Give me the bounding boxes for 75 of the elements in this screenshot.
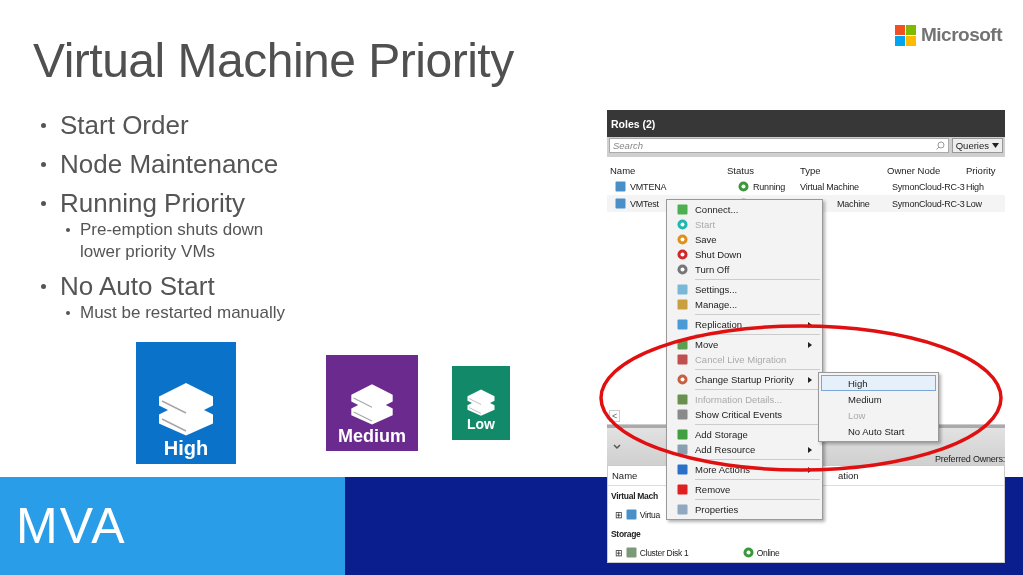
menu-item[interactable]: Manage...: [669, 297, 820, 312]
menu-item[interactable]: Turn Off: [669, 262, 820, 277]
menu-item[interactable]: Change Startup Priority: [669, 372, 820, 387]
slide-title: Virtual Machine Priority: [33, 33, 514, 89]
menu-item[interactable]: Save: [669, 232, 820, 247]
submenu-arrow-icon: [808, 446, 812, 453]
server-stack-icon: [156, 380, 216, 437]
server-stack-icon: [466, 387, 496, 416]
tree-item[interactable]: Storage: [611, 528, 641, 539]
table-cell: Machine: [837, 198, 870, 209]
bullet-icon: [41, 123, 46, 128]
menu-item[interactable]: Settings...: [669, 282, 820, 297]
chevron-icon: [613, 443, 621, 450]
tile-label: Medium: [338, 426, 406, 447]
menu-item[interactable]: Replication: [669, 317, 820, 332]
sub-bullet-text: Pre-emption shuts down lower priority VMs: [80, 219, 265, 263]
expand-icon[interactable]: ⊞: [615, 509, 623, 520]
server-stack-icon: [349, 382, 395, 426]
bullet-text: Node Maintenance: [60, 149, 279, 180]
menu-item[interactable]: Move: [669, 337, 820, 352]
menu-item[interactable]: Remove: [669, 482, 820, 497]
menu-item[interactable]: Add Resource: [669, 442, 820, 457]
menu-item[interactable]: Connect...: [669, 202, 820, 217]
status-icon: [738, 181, 749, 192]
submenu-arrow-icon: [808, 376, 812, 383]
logo-text: Microsoft: [921, 24, 1002, 46]
table-cell: Virtual Machine: [800, 181, 859, 192]
menu-item[interactable]: No Auto Start: [821, 423, 936, 439]
table-cell: VMTENA: [630, 181, 667, 192]
search-field[interactable]: Search: [609, 138, 949, 153]
bullet-icon: [41, 201, 46, 206]
bullet-icon: [41, 284, 46, 289]
tree-item[interactable]: Cluster Disk 1: [639, 547, 740, 558]
expand-icon[interactable]: ⊞: [615, 547, 623, 558]
column-header[interactable]: Type: [797, 157, 884, 178]
bullet-icon: [66, 228, 70, 232]
menu-item[interactable]: Add Storage: [669, 427, 820, 442]
sub-bullet-text: Must be restarted manually: [80, 302, 287, 324]
tree-item[interactable]: Virtual Mach: [611, 490, 658, 501]
tile-label: Low: [467, 416, 495, 432]
search-icon: [935, 141, 945, 150]
status-text: Online: [756, 547, 780, 558]
column-header[interactable]: Owner Node: [884, 157, 963, 178]
tree-item[interactable]: Virtua: [639, 509, 660, 520]
bullet-text: No Auto Start: [60, 271, 215, 302]
submenu-arrow-icon: [808, 341, 812, 348]
table-cell: Running: [753, 181, 786, 192]
footer-logo-text: MVA: [16, 497, 127, 555]
bullet-icon: [66, 311, 70, 315]
pane-header: Roles (2): [607, 110, 1005, 137]
bullet-text: Start Order: [60, 110, 189, 141]
submenu-arrow-icon: [808, 466, 812, 473]
menu-item[interactable]: Shut Down: [669, 247, 820, 262]
table-cell: VMTest: [630, 198, 659, 209]
status-icon: [742, 547, 754, 558]
scroll-left-button[interactable]: <: [609, 410, 621, 422]
column-header[interactable]: ation: [838, 470, 859, 481]
tile-label: High: [163, 437, 209, 460]
preferred-owners-label: Preferred Owners:: [934, 454, 1005, 465]
table-cell: High: [966, 181, 984, 192]
menu-item[interactable]: Properties: [669, 502, 820, 517]
column-header[interactable]: Priority: [963, 157, 1005, 178]
bullet-text: Running Priority: [60, 188, 245, 219]
table-cell: Low: [966, 198, 982, 209]
column-header[interactable]: Name: [607, 157, 724, 178]
column-header[interactable]: Status: [724, 157, 797, 178]
table-cell: SymonCloud-RC-3: [892, 181, 965, 192]
caret-icon: [992, 143, 999, 148]
menu-item[interactable]: Medium: [821, 391, 936, 407]
queries-button[interactable]: Queries: [951, 138, 1003, 153]
table-cell: SymonCloud-RC-3: [892, 198, 965, 209]
logo-icon: [895, 24, 916, 46]
menu-item[interactable]: Show Critical Events: [669, 407, 820, 422]
menu-item[interactable]: High: [821, 375, 936, 391]
bullet-icon: [41, 162, 46, 167]
